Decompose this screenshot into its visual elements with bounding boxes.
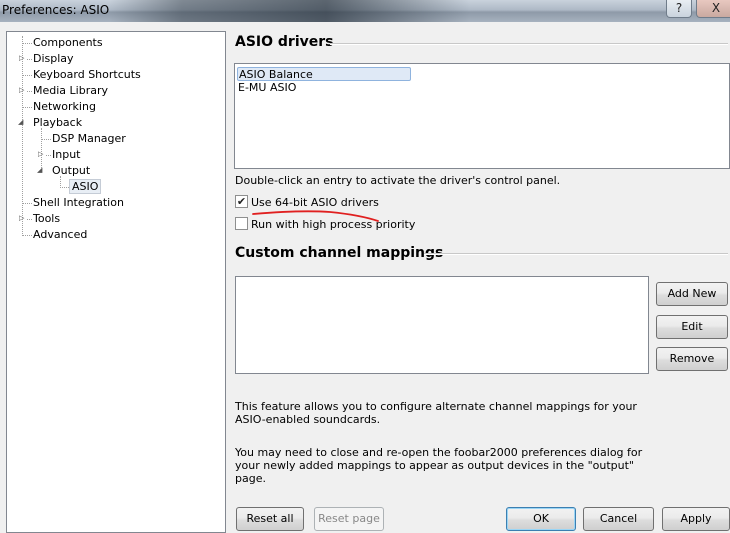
reset-page-button[interactable]: Reset page (314, 507, 384, 531)
section-divider (424, 253, 728, 255)
channel-mappings-heading: Custom channel mappings (235, 245, 444, 261)
reset-all-button[interactable]: Reset all (236, 507, 304, 531)
cancel-button[interactable]: Cancel (583, 507, 654, 531)
edit-button[interactable]: Edit (656, 315, 728, 339)
apply-button[interactable]: Apply (662, 507, 730, 531)
mappings-reopen-text: You may need to close and re-open the fo… (235, 446, 643, 485)
ok-button[interactable]: OK (506, 507, 576, 531)
channel-mappings-list[interactable] (235, 276, 649, 374)
mappings-info-text: This feature allows you to configure alt… (235, 400, 637, 426)
remove-button[interactable]: Remove (656, 347, 728, 371)
add-new-button[interactable]: Add New (656, 282, 728, 306)
